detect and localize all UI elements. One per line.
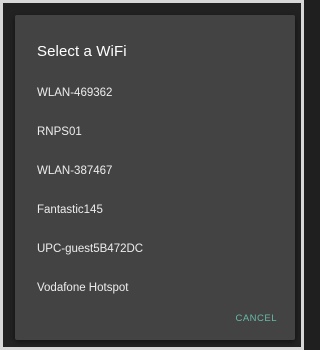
wifi-network-item[interactable]: WLAN-387467 xyxy=(15,151,295,190)
wifi-network-item[interactable]: Fantastic145 xyxy=(15,190,295,229)
wifi-network-item[interactable]: WLAN-469362 xyxy=(15,73,295,112)
wifi-select-dialog: Select a WiFi WLAN-469362 RNPS01 WLAN-38… xyxy=(15,15,295,340)
wifi-network-item[interactable]: Vodafone Hotspot xyxy=(15,268,295,307)
wifi-network-list: WLAN-469362 RNPS01 WLAN-387467 Fantastic… xyxy=(15,73,295,307)
screen-frame: Select a WiFi WLAN-469362 RNPS01 WLAN-38… xyxy=(0,0,304,350)
wifi-network-item[interactable]: RNPS01 xyxy=(15,112,295,151)
dialog-title: Select a WiFi xyxy=(37,43,127,60)
cancel-button[interactable]: CANCEL xyxy=(231,309,281,328)
wifi-network-item[interactable]: UPC-guest5B472DC xyxy=(15,229,295,268)
dialog-actions: CANCEL xyxy=(231,308,281,326)
